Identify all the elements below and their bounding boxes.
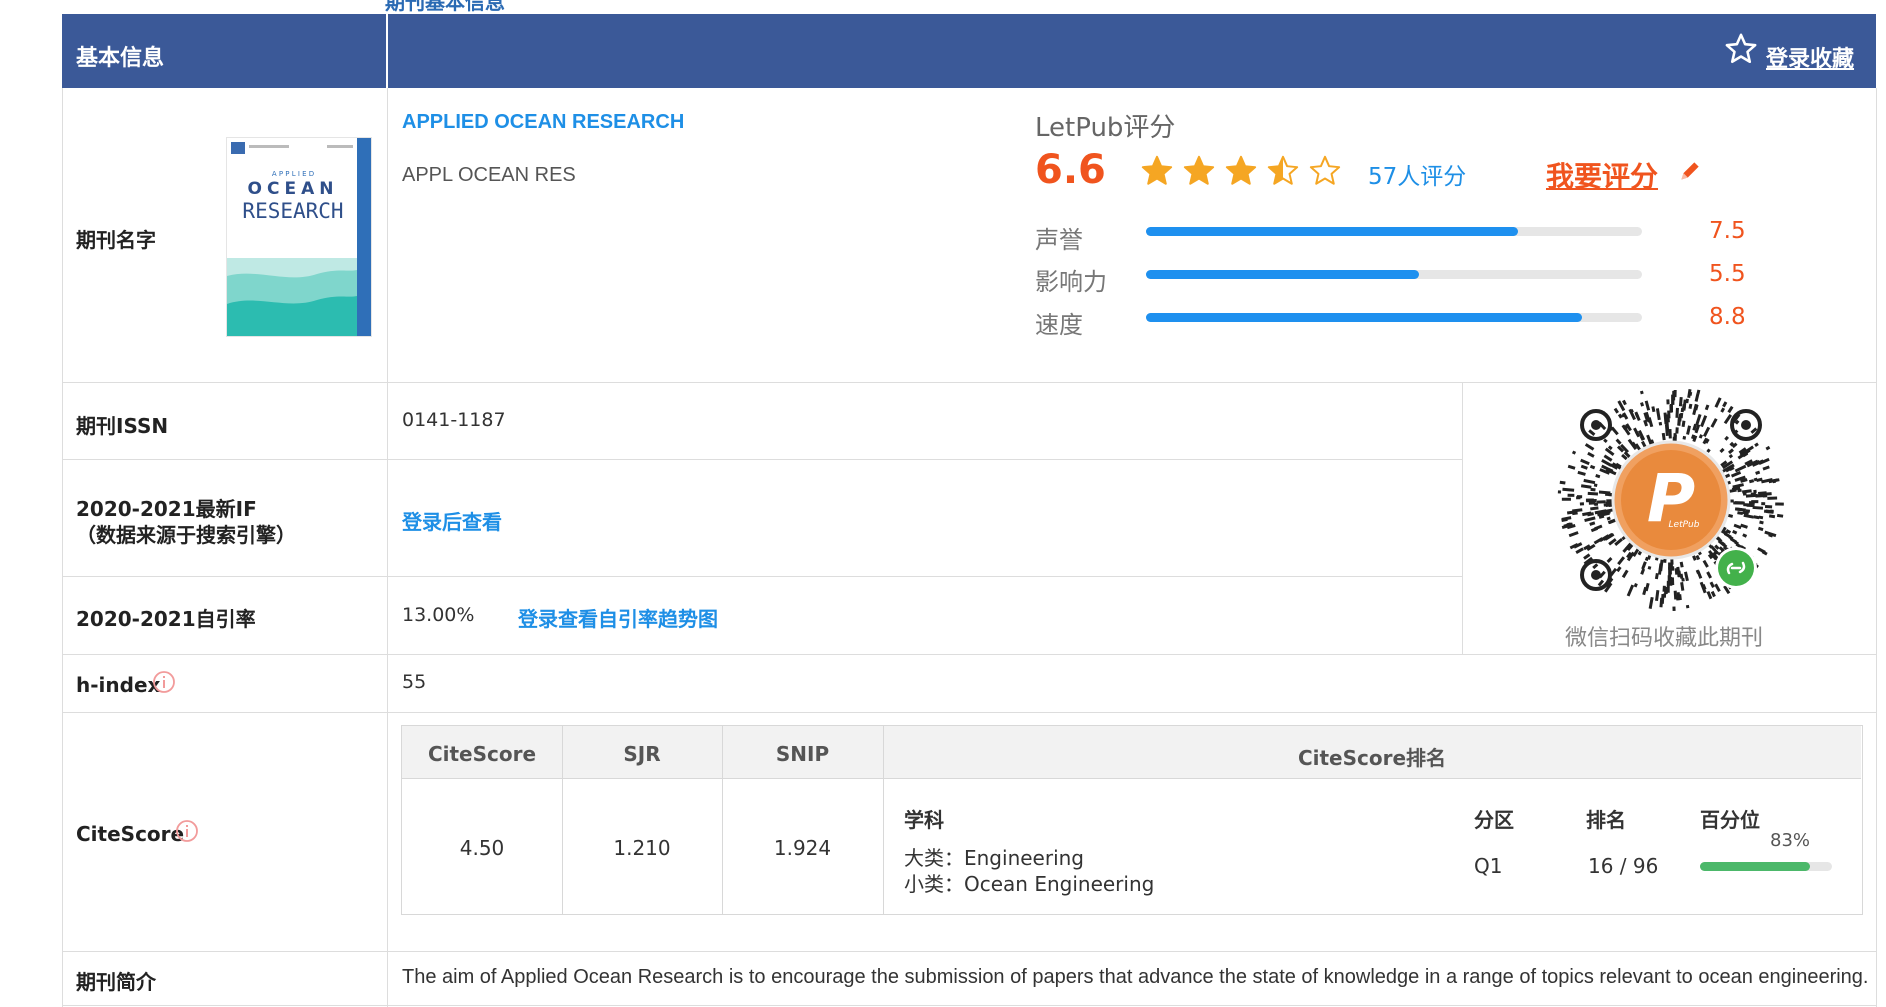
star-full-icon: [1183, 155, 1215, 185]
info-icon[interactable]: [175, 819, 199, 843]
bar-value-impact: 5.5: [1709, 261, 1746, 287]
cs-header-ranking: CiteScore排名: [1297, 746, 1447, 770]
info-icon[interactable]: [152, 670, 176, 694]
bar-fill-reputation: [1146, 227, 1518, 236]
rank-major-category: 大类：Engineering: [904, 846, 1084, 870]
cs-value-citescore: 4.50: [459, 836, 505, 860]
row-divider: [62, 654, 1877, 655]
cover-text-research: RESEARCH: [242, 199, 343, 223]
table-left-border: [62, 88, 63, 1007]
journal-full-name[interactable]: APPLIED OCEAN RESEARCH: [402, 111, 684, 134]
rating-title: LetPub评分: [1035, 113, 1176, 143]
login-favorite-link[interactable]: 登录收藏: [1766, 41, 1854, 73]
page-section-caption: 期刊基本信息: [385, 0, 505, 14]
cs-header-sjr: SJR: [623, 742, 661, 766]
bar-value-speed: 8.8: [1709, 304, 1746, 330]
journal-name-label: 期刊名字: [76, 228, 156, 252]
row-divider: [62, 459, 1462, 460]
star-full-icon: [1141, 155, 1173, 185]
bar-label-speed: 速度: [1035, 311, 1083, 339]
qr-center-text: LetPub: [1669, 520, 1700, 530]
row-divider: [62, 382, 1877, 383]
star-full-icon: [1225, 155, 1257, 185]
cs-header-snip: SNIP: [775, 742, 830, 766]
journal-cover-image[interactable]: A P P L I E D OCEAN RESEARCH: [226, 137, 372, 337]
if-source-label: （数据来源于搜索引擎）: [76, 523, 296, 547]
table-col-divider: [387, 88, 388, 1007]
rank-col-zone: 分区: [1474, 808, 1514, 832]
h-index-value: 55: [402, 671, 427, 693]
pencil-icon[interactable]: [1677, 158, 1703, 184]
table-right-border: [1876, 88, 1877, 1007]
citescore-label: CiteScore: [76, 822, 185, 846]
cover-text-ocean: OCEAN: [248, 179, 339, 199]
intro-label: 期刊简介: [76, 970, 156, 994]
cover-text-applied: A P P L I E D: [272, 170, 314, 178]
percentile-bar-fill: [1700, 862, 1810, 871]
rating-score: 6.6: [1035, 147, 1106, 193]
qr-cell-divider: [1462, 382, 1463, 654]
rank-col-percentile: 百分位: [1700, 808, 1760, 832]
cs-value-sjr: 1.210: [613, 836, 671, 860]
bar-fill-impact: [1146, 270, 1419, 279]
star-outline-icon[interactable]: [1724, 32, 1758, 66]
rank-col-rank: 排名: [1586, 808, 1626, 832]
self-citation-value: 13.00%: [402, 604, 475, 626]
row-divider: [62, 576, 1462, 577]
qr-code: P LetPub: [1557, 389, 1784, 611]
bar-fill-speed: [1146, 313, 1583, 322]
qr-caption: 微信扫码收藏此期刊: [1565, 626, 1764, 651]
header-title: 基本信息: [76, 46, 165, 71]
rating-count[interactable]: 57人评分: [1368, 157, 1466, 191]
self-citation-label: 2020-2021自引率: [76, 607, 256, 631]
issn-label: 期刊ISSN: [76, 414, 169, 438]
issn-value: 0141-1187: [402, 409, 506, 431]
bar-value-reputation: 7.5: [1709, 218, 1746, 244]
header-divider: [386, 14, 388, 88]
percentile-bar-track: [1700, 862, 1832, 871]
star-empty-icon: [1309, 155, 1341, 185]
h-index-label: h-index: [76, 673, 161, 697]
rank-position-value: 16 / 96: [1588, 854, 1659, 878]
cs-value-snip: 1.924: [773, 836, 832, 860]
bar-label-impact: 影响力: [1035, 268, 1107, 296]
info-header-bar: [62, 14, 1876, 88]
row-divider: [62, 951, 1877, 952]
star-half-icon: [1267, 155, 1299, 185]
rank-minor-category: 小类：Ocean Engineering: [904, 872, 1155, 896]
row-divider: [62, 712, 1877, 713]
bar-track-speed: [1146, 313, 1642, 322]
self-citation-trend-link[interactable]: 登录查看自引率趋势图: [518, 603, 718, 632]
cs-header-divider: [402, 778, 1861, 779]
rate-journal-link[interactable]: 我要评分: [1546, 155, 1658, 195]
intro-text: The aim of Applied Ocean Research is to …: [402, 966, 1869, 988]
rank-percentile-value: 83%: [1770, 830, 1811, 851]
journal-abbreviation: APPL OCEAN RES: [402, 164, 576, 186]
bar-label-reputation: 声誉: [1035, 226, 1083, 254]
cs-header-citescore: CiteScore: [427, 742, 537, 766]
row-divider: [62, 1005, 1877, 1006]
if-login-link[interactable]: 登录后查看: [402, 506, 502, 535]
rank-zone-value: Q1: [1474, 854, 1503, 878]
bar-track-impact: [1146, 270, 1642, 279]
rank-col-subject: 学科: [904, 808, 944, 832]
bar-track-reputation: [1146, 227, 1642, 236]
if-label: 2020-2021最新IF: [76, 497, 257, 521]
